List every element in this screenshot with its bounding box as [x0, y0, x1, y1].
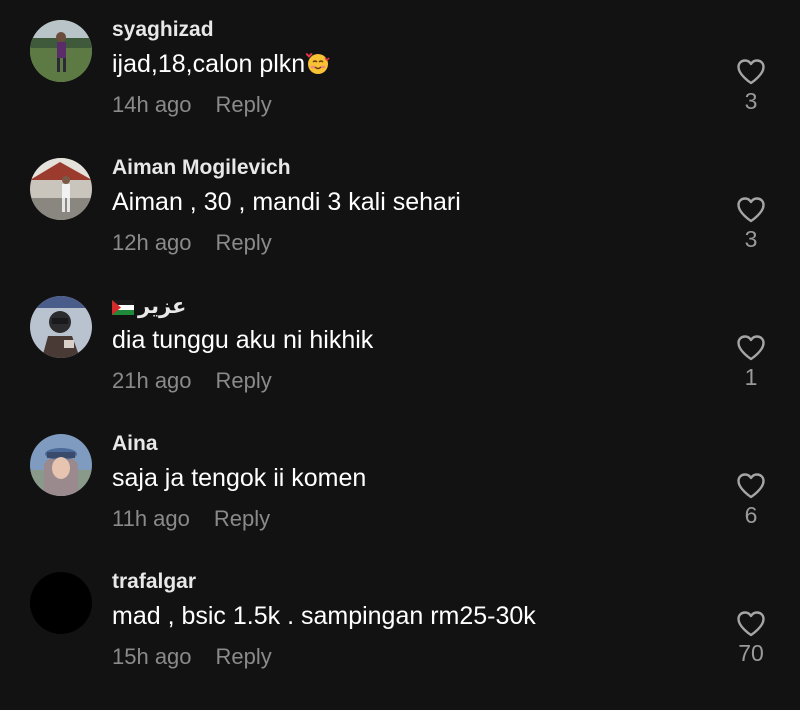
comment-meta: 15h ago Reply [112, 644, 272, 670]
heart-icon [737, 335, 765, 361]
heart-icon [737, 197, 765, 223]
like-button[interactable]: 1 [726, 334, 776, 404]
comment-text: dia tunggu aku ni hikhik [112, 326, 374, 354]
reply-button[interactable]: Reply [216, 230, 272, 255]
avatar[interactable] [30, 296, 92, 358]
heart-icon [737, 611, 765, 637]
username[interactable]: Aina [112, 432, 158, 456]
comment-text-content: ijad,18,calon plkn [112, 50, 306, 78]
comment-item: trafalgar mad , bsic 1.5k . sampingan rm… [0, 570, 800, 710]
timestamp: 14h ago [112, 92, 192, 117]
like-count: 6 [744, 502, 758, 528]
comment-text: Aiman , 30 , mandi 3 kali sehari [112, 188, 461, 216]
like-button[interactable]: 70 [726, 610, 776, 680]
like-count: 70 [738, 640, 764, 666]
comment-item: عزير dia tunggu aku ni hikhik 21h ago Rep… [0, 294, 800, 434]
reply-button[interactable]: Reply [214, 506, 270, 531]
username[interactable]: syaghizad [112, 18, 214, 42]
comment-text: saja ja tengok ii komen [112, 464, 367, 492]
like-button[interactable]: 3 [726, 196, 776, 266]
heart-icon [737, 59, 765, 85]
comment-item: syaghizad ijad,18,calon plkn 14h ago Repl… [0, 18, 800, 158]
like-count: 3 [744, 88, 758, 114]
reply-button[interactable]: Reply [216, 368, 272, 393]
like-count: 1 [744, 364, 758, 390]
timestamp: 11h ago [112, 506, 190, 531]
heart-icon [737, 473, 765, 499]
reply-button[interactable]: Reply [216, 644, 272, 669]
comment-item: Aiman Mogilevich Aiman , 30 , mandi 3 ka… [0, 156, 800, 296]
comment-text: mad , bsic 1.5k . sampingan rm25-30k [112, 602, 536, 630]
avatar[interactable] [30, 572, 92, 634]
username[interactable]: Aiman Mogilevich [112, 156, 291, 180]
username-text: عزير [138, 295, 187, 318]
like-button[interactable]: 6 [726, 472, 776, 542]
comment-meta: 11h ago Reply [112, 506, 270, 532]
comment-meta: 21h ago Reply [112, 368, 272, 394]
avatar[interactable] [30, 158, 92, 220]
timestamp: 12h ago [112, 230, 192, 255]
smiling-face-with-hearts-icon [306, 51, 330, 75]
username[interactable]: trafalgar [112, 570, 196, 594]
timestamp: 21h ago [112, 368, 192, 393]
comment-item: Aina saja ja tengok ii komen 11h ago Repl… [0, 432, 800, 572]
like-button[interactable]: 3 [726, 58, 776, 128]
comment-text: ijad,18,calon plkn [112, 50, 330, 79]
avatar[interactable] [30, 434, 92, 496]
timestamp: 15h ago [112, 644, 192, 669]
palestine-flag-icon [112, 299, 134, 315]
comment-meta: 14h ago Reply [112, 92, 272, 118]
like-count: 3 [744, 226, 758, 252]
comment-meta: 12h ago Reply [112, 230, 272, 256]
username[interactable]: عزير [112, 294, 186, 319]
reply-button[interactable]: Reply [216, 92, 272, 117]
avatar[interactable] [30, 20, 92, 82]
